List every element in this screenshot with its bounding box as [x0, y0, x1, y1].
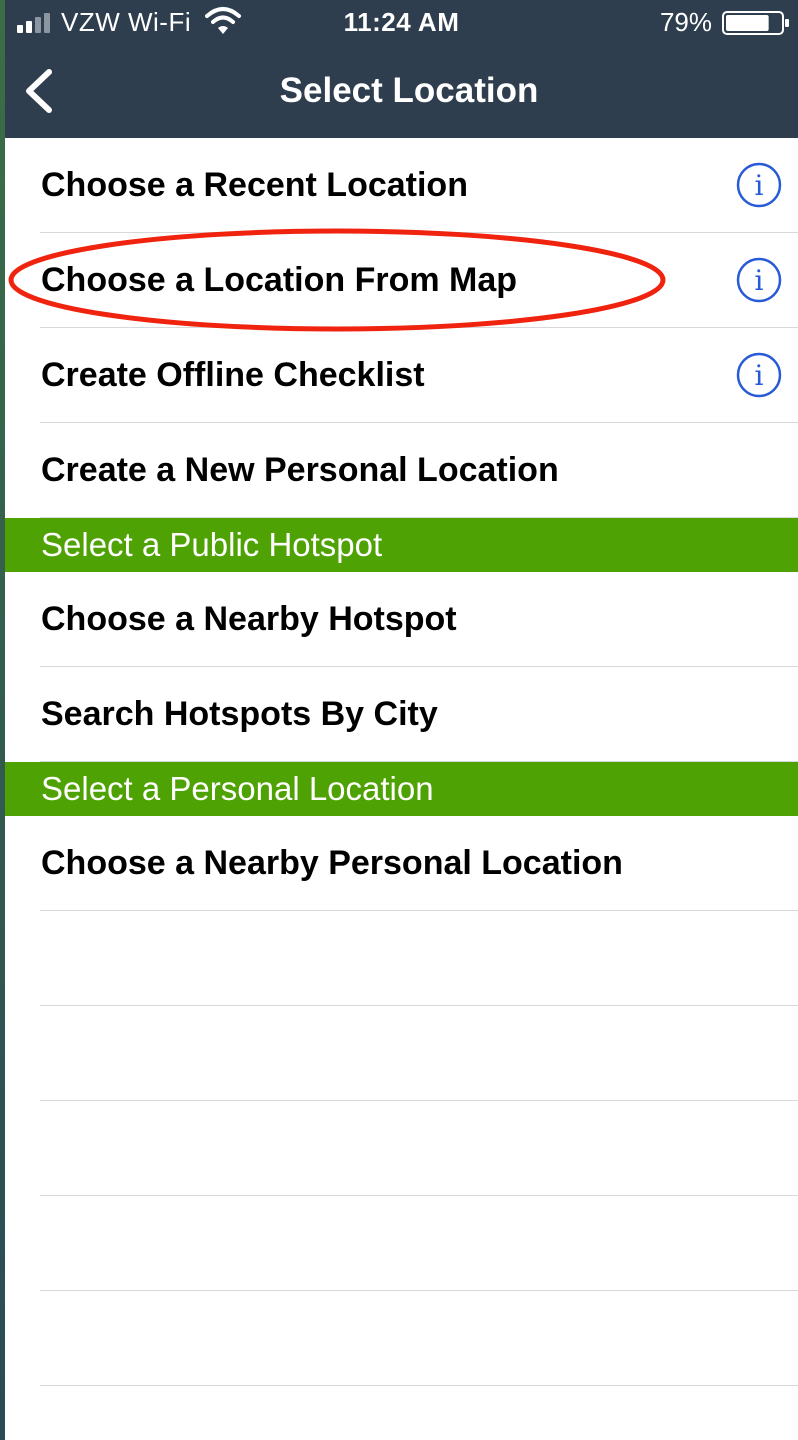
svg-text:i: i: [755, 359, 764, 392]
list-item-label: Create Offline Checklist: [41, 356, 425, 394]
section-header-personal-location: Select a Personal Location: [5, 762, 798, 816]
section-header-public-hotspot: Select a Public Hotspot: [5, 518, 798, 572]
list-item-nearby-hotspot[interactable]: Choose a Nearby Hotspot: [5, 572, 798, 667]
list-item-offline-checklist[interactable]: Create Offline Checklist i: [5, 328, 798, 423]
empty-row: [5, 1006, 798, 1101]
list-item-label: Search Hotspots By City: [41, 695, 438, 733]
list-item-recent-location[interactable]: Choose a Recent Location i: [5, 138, 798, 233]
svg-text:i: i: [755, 264, 764, 297]
section-title: Select a Personal Location: [41, 770, 434, 807]
empty-row: [5, 1386, 798, 1440]
empty-row: [5, 1291, 798, 1386]
info-icon[interactable]: i: [736, 162, 782, 208]
list-item-label: Choose a Nearby Hotspot: [41, 600, 457, 638]
battery-icon: [722, 11, 789, 35]
page-title: Select Location: [279, 71, 539, 110]
phone-screen: VZW Wi-Fi 11:24 AM 79% Select Location C…: [5, 0, 798, 1440]
info-icon[interactable]: i: [736, 257, 782, 303]
list-item-search-hotspots-by-city[interactable]: Search Hotspots By City: [5, 667, 798, 762]
list-item-nearby-personal-location[interactable]: Choose a Nearby Personal Location: [5, 816, 798, 911]
empty-row: [5, 911, 798, 1006]
list-item-label: Choose a Nearby Personal Location: [41, 844, 623, 882]
empty-row: [5, 1101, 798, 1196]
info-icon[interactable]: i: [736, 352, 782, 398]
status-bar: VZW Wi-Fi 11:24 AM 79%: [5, 0, 798, 44]
list-item-label: Create a New Personal Location: [41, 451, 559, 489]
section-title: Select a Public Hotspot: [41, 526, 383, 563]
location-options-list: Choose a Recent Location i Choose a Loca…: [5, 138, 798, 1440]
navigation-bar: Select Location: [5, 44, 798, 138]
svg-text:i: i: [755, 169, 764, 202]
list-item-label: Choose a Location From Map: [41, 261, 518, 299]
empty-row: [5, 1196, 798, 1291]
battery-percent: 79%: [659, 7, 712, 37]
list-item-location-from-map[interactable]: Choose a Location From Map i: [5, 233, 798, 328]
list-item-new-personal-location[interactable]: Create a New Personal Location: [5, 423, 798, 518]
list-item-label: Choose a Recent Location: [41, 166, 468, 204]
